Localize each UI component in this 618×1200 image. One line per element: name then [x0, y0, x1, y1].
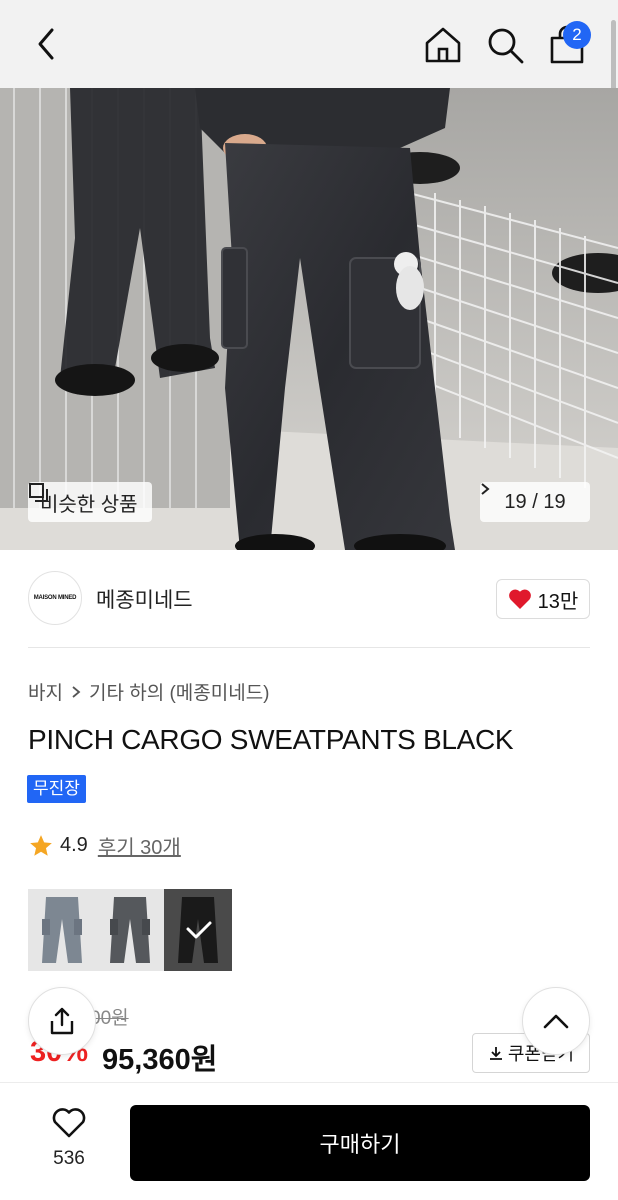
wishlist-button[interactable]: 536	[34, 1107, 104, 1170]
top-bar: 2	[0, 0, 618, 100]
product-tag: 무진장	[27, 775, 86, 803]
buy-button[interactable]: 구매하기	[130, 1105, 590, 1181]
download-icon	[489, 1047, 502, 1060]
bottom-action-bar: 536 구매하기	[0, 1082, 618, 1200]
cart-count-badge: 2	[563, 21, 591, 49]
scroll-top-button[interactable]	[522, 987, 590, 1055]
star-icon	[30, 834, 52, 856]
brand-logo[interactable]: MAISON MINED	[28, 571, 82, 625]
brand-logo-text: MAISON MINED	[33, 595, 77, 601]
similar-products-button[interactable]: 비슷한 상품	[28, 482, 152, 522]
product-title: PINCH CARGO SWEATPANTS BLACK	[28, 724, 514, 755]
chevron-right-icon	[72, 685, 81, 698]
heart-outline-icon	[52, 1108, 86, 1138]
breadcrumb-subcategory[interactable]: 기타 하의 (메종미네드)	[89, 678, 270, 705]
color-options	[28, 889, 234, 971]
product-image[interactable]: 비슷한 상품 19 / 19	[0, 88, 618, 550]
brand-like-count: 13만	[537, 590, 579, 613]
breadcrumb: 바지 기타 하의 (메종미네드)	[28, 678, 270, 705]
breadcrumb-category[interactable]: 바지	[28, 678, 63, 705]
brand-row: MAISON MINED 메종미네드 13만	[0, 550, 618, 648]
color-option-grey-blue[interactable]	[28, 889, 96, 971]
image-counter-text: 19 / 19	[504, 490, 566, 513]
divider	[28, 647, 590, 648]
rating-row: 4.9 후기 30개	[28, 831, 181, 860]
similar-icon	[29, 483, 48, 502]
color-option-charcoal[interactable]	[96, 889, 164, 971]
share-icon	[50, 1007, 74, 1035]
reviews-link[interactable]: 후기 30개	[98, 831, 181, 860]
rating-value: 4.9	[60, 834, 88, 856]
brand-name[interactable]: 메종미네드	[96, 584, 193, 614]
image-counter[interactable]: 19 / 19	[480, 482, 590, 522]
similar-products-label: 비슷한 상품	[40, 493, 138, 516]
color-option-black-selected[interactable]	[164, 889, 232, 971]
brand-like-button[interactable]: 13만	[496, 579, 590, 619]
product-photo	[0, 88, 618, 550]
share-button[interactable]	[28, 987, 96, 1055]
home-icon[interactable]	[422, 24, 464, 66]
wishlist-count: 536	[53, 1148, 85, 1169]
sale-price: 95,360원	[102, 1044, 218, 1076]
heart-filled-icon	[508, 589, 531, 609]
chevron-up-icon	[543, 1014, 569, 1029]
pants-thumbnail	[110, 897, 150, 963]
pants-thumbnail	[42, 897, 82, 963]
chevron-right-icon	[481, 483, 490, 495]
search-icon[interactable]	[484, 24, 526, 66]
back-arrow-icon[interactable]	[30, 26, 66, 62]
pants-thumbnail	[178, 897, 218, 963]
